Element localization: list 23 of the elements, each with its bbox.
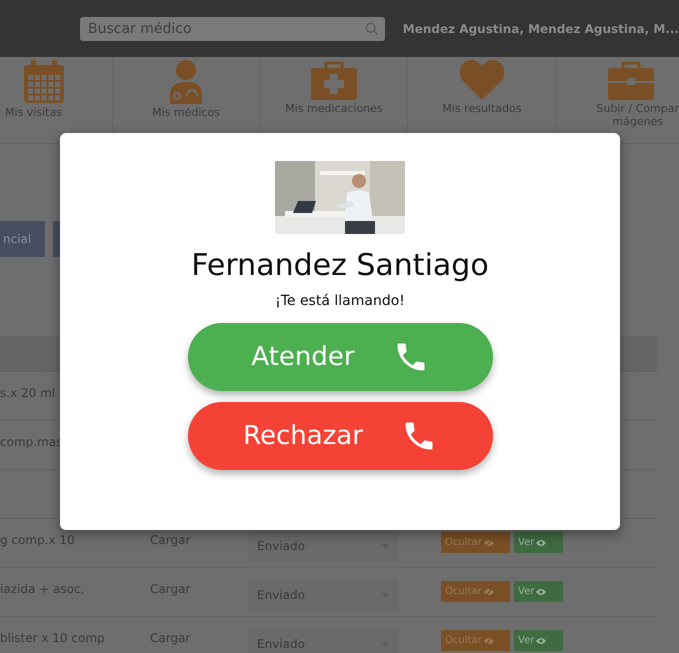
heart-icon bbox=[458, 60, 505, 100]
medical-kit-icon bbox=[310, 60, 357, 100]
eye-icon bbox=[536, 636, 546, 644]
eye-slash-icon bbox=[484, 538, 494, 546]
search-icon bbox=[364, 22, 379, 36]
doctor-icon bbox=[168, 60, 204, 104]
reject-button[interactable]: Rechazar bbox=[188, 402, 492, 470]
user-name[interactable]: Mendez Agustina, Mendez Agustina, M... bbox=[402, 22, 679, 36]
eye-slash-icon bbox=[484, 636, 494, 644]
eye-icon bbox=[536, 588, 546, 596]
view-button[interactable]: Ver bbox=[514, 581, 563, 602]
eye-slash-icon bbox=[484, 588, 494, 596]
call-message: ¡Te está llamando! bbox=[275, 293, 405, 309]
toolbar-button[interactable]: ncial bbox=[0, 221, 46, 257]
briefcase-icon bbox=[608, 60, 654, 100]
eye-icon bbox=[536, 538, 546, 546]
caller-name: Fernandez Santiago bbox=[191, 248, 489, 283]
calendar-icon bbox=[23, 60, 65, 104]
answer-button[interactable]: Atender bbox=[188, 323, 492, 391]
view-button[interactable]: Ver bbox=[514, 630, 563, 651]
search-field[interactable]: Buscar médico bbox=[80, 16, 385, 40]
view-button[interactable]: Ver bbox=[514, 532, 563, 553]
search-input[interactable]: Buscar médico bbox=[86, 20, 365, 38]
